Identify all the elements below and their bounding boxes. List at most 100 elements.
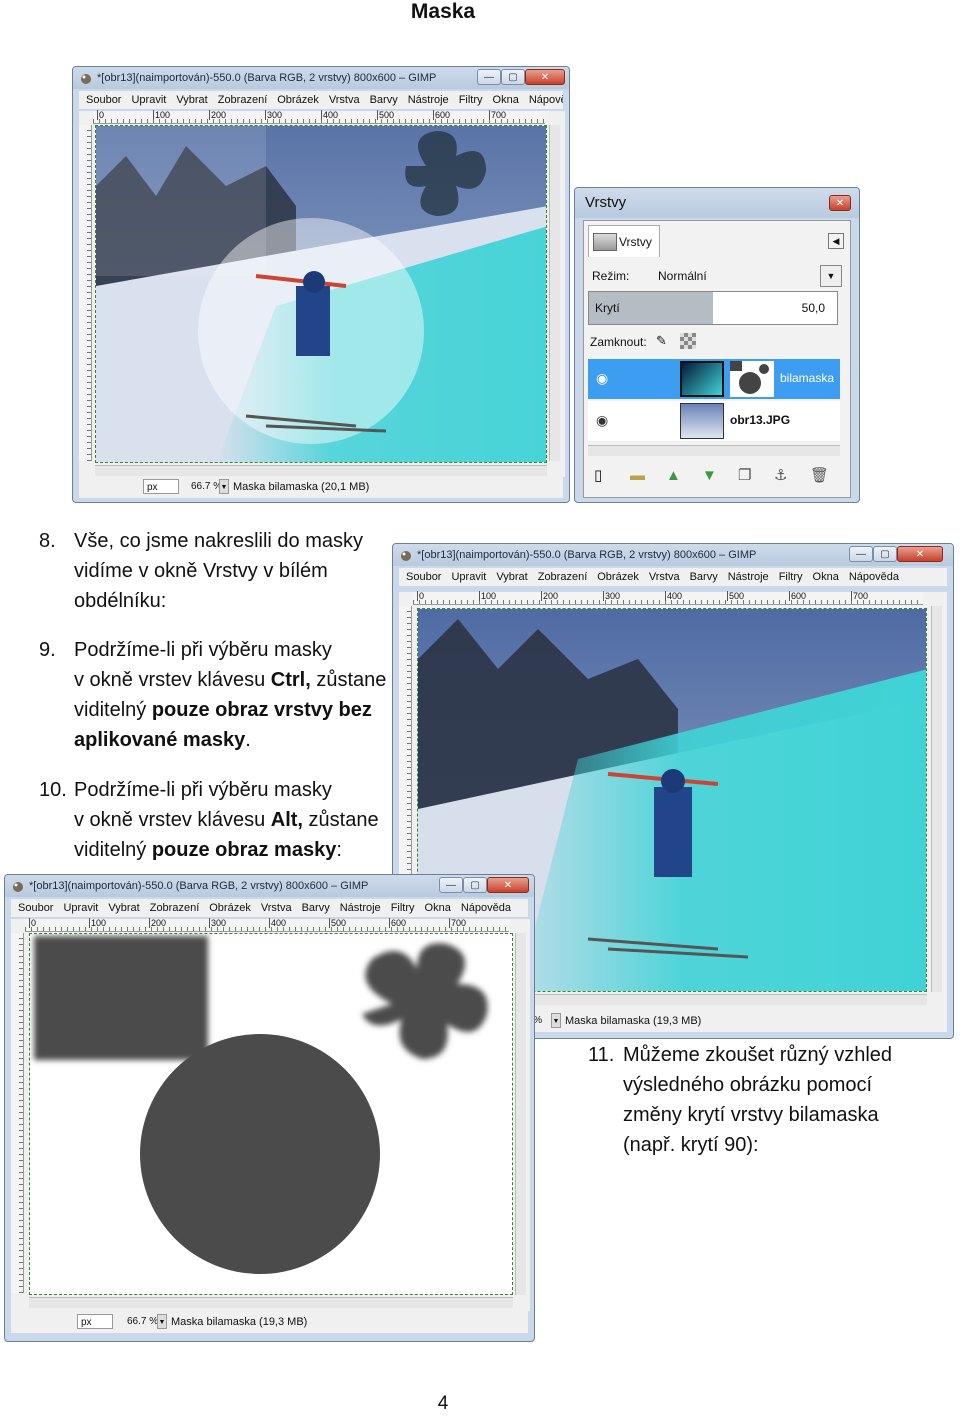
menu-napoveda[interactable]: Nápověda — [849, 571, 899, 583]
unit-select[interactable]: px — [143, 479, 179, 494]
layers-tab[interactable]: Vrstvy — [588, 225, 660, 257]
menu-soubor[interactable]: Soubor — [18, 902, 53, 914]
image-canvas[interactable] — [95, 125, 547, 463]
lock-alpha-icon[interactable] — [680, 333, 696, 349]
maximize-button[interactable]: ▢ — [873, 546, 897, 562]
maximize-button[interactable]: ▢ — [501, 69, 525, 85]
mode-select[interactable]: Normální ▼ — [648, 265, 842, 287]
minimize-button[interactable]: — — [477, 69, 501, 85]
horizontal-ruler[interactable]: 0 100 200 300 400 500 600 700 — [413, 591, 923, 605]
menu-nastroje[interactable]: Nástroje — [408, 94, 449, 106]
menu-filtry[interactable]: Filtry — [459, 94, 483, 106]
menu-okna[interactable]: Okna — [425, 902, 451, 914]
vertical-ruler[interactable] — [11, 933, 24, 1293]
emphasis-text: pouze obraz masky — [151, 839, 337, 861]
menu-vrstva[interactable]: Vrstva — [329, 94, 360, 106]
layers-title-bar[interactable]: Vrstvy ✕ — [575, 188, 859, 218]
menu-okna[interactable]: Okna — [493, 94, 519, 106]
step-11: 11. Můžeme zkoušet různý vzhled výsledné… — [588, 1040, 928, 1162]
vertical-scrollbar[interactable] — [515, 933, 526, 1295]
menu-barvy[interactable]: Barvy — [690, 571, 718, 583]
minimize-button[interactable]: — — [439, 877, 463, 893]
menu-upravit[interactable]: Upravit — [451, 571, 486, 583]
zoom-value[interactable]: 66.7 % — [191, 479, 222, 494]
menu-vrstva[interactable]: Vrstva — [649, 571, 680, 583]
minimize-button[interactable]: — — [849, 546, 873, 562]
menu-zobrazeni[interactable]: Zobrazení — [218, 94, 268, 106]
lock-paint-icon[interactable]: ✎ — [656, 333, 672, 349]
menu-napoveda[interactable]: Nápověda — [461, 902, 511, 914]
zoom-dropdown-icon[interactable]: ▼ — [219, 479, 229, 494]
menu-vybrat[interactable]: Vybrat — [176, 94, 207, 106]
horizontal-ruler[interactable]: 0 100 200 300 400 500 600 700 — [93, 110, 545, 124]
menu-upravit[interactable]: Upravit — [63, 902, 98, 914]
menu-napoveda[interactable]: Nápověda — [529, 94, 563, 106]
menu-obrazek[interactable]: Obrázek — [597, 571, 639, 583]
image-canvas[interactable] — [29, 933, 513, 1295]
visibility-eye-icon[interactable]: ◉ — [596, 370, 608, 387]
configure-tab-icon[interactable]: ◀ — [828, 233, 844, 249]
menu-obrazek[interactable]: Obrázek — [209, 902, 251, 914]
layer-name[interactable]: bilamaska — [780, 371, 834, 385]
layer-name[interactable]: obr13.JPG — [730, 413, 790, 427]
menu-filtry[interactable]: Filtry — [391, 902, 415, 914]
zoom-dropdown-icon[interactable]: ▼ — [551, 1013, 561, 1028]
maximize-button[interactable]: ▢ — [463, 877, 487, 893]
menu-barvy[interactable]: Barvy — [302, 902, 330, 914]
menu-soubor[interactable]: Soubor — [86, 94, 121, 106]
opacity-slider[interactable]: Krytí 50,0 — [588, 291, 838, 325]
title-bar[interactable]: *[obr13](naimportován)-550.0 (Barva RGB,… — [5, 875, 534, 897]
close-button[interactable]: ✕ — [897, 546, 943, 562]
menu-zobrazeni[interactable]: Zobrazení — [538, 571, 588, 583]
delete-layer-icon[interactable]: 🗑 — [810, 461, 829, 491]
menu-vybrat[interactable]: Vybrat — [108, 902, 139, 914]
menu-nastroje[interactable]: Nástroje — [728, 571, 769, 583]
menu-okna[interactable]: Okna — [813, 571, 839, 583]
layers-horizontal-scrollbar[interactable] — [588, 445, 840, 456]
close-button[interactable]: ✕ — [525, 69, 565, 85]
horizontal-scrollbar[interactable] — [29, 1297, 513, 1308]
mode-value: Normální — [658, 269, 707, 283]
mode-dropdown-icon[interactable]: ▼ — [820, 265, 842, 287]
opacity-label: Krytí — [595, 301, 620, 315]
menu-vrstva[interactable]: Vrstva — [261, 902, 292, 914]
lower-layer-icon[interactable]: ▼ — [702, 461, 717, 491]
vertical-ruler[interactable] — [79, 125, 92, 461]
mask-preview — [34, 936, 488, 1274]
vertical-scrollbar[interactable] — [931, 606, 942, 992]
close-button[interactable]: ✕ — [487, 877, 529, 893]
zoom-value[interactable]: 66.7 % — [127, 1314, 158, 1329]
title-bar[interactable]: *[obr13](naimportován)-550.0 (Barva RGB,… — [73, 67, 569, 89]
layers-window-title: Vrstvy — [585, 194, 627, 211]
menu-filtry[interactable]: Filtry — [779, 571, 803, 583]
raise-layer-icon[interactable]: ▲ — [666, 461, 681, 491]
duplicate-layer-icon[interactable]: ❐ — [738, 461, 751, 491]
menu-vybrat[interactable]: Vybrat — [496, 571, 527, 583]
menu-nastroje[interactable]: Nástroje — [340, 902, 381, 914]
vertical-scrollbar[interactable] — [549, 125, 560, 461]
menu-soubor[interactable]: Soubor — [406, 571, 441, 583]
anchor-layer-icon[interactable]: ⚓ — [774, 461, 787, 491]
mask-thumbnail[interactable] — [730, 361, 774, 397]
visibility-eye-icon[interactable]: ◉ — [596, 412, 608, 429]
horizontal-ruler[interactable]: 0 100 200 300 400 500 600 700 — [25, 918, 509, 932]
menu-barvy[interactable]: Barvy — [370, 94, 398, 106]
menu-obrazek[interactable]: Obrázek — [277, 94, 319, 106]
title-bar[interactable]: *[obr13](naimportován)-550.0 (Barva RGB,… — [393, 544, 953, 566]
layer-row-obr13[interactable]: ◉ obr13.JPG — [588, 401, 840, 441]
menu-zobrazeni[interactable]: Zobrazení — [150, 902, 200, 914]
unit-select[interactable]: px — [77, 1314, 113, 1329]
step-text-segment: : — [336, 839, 342, 861]
step-text-line: (např. krytí 90): — [623, 1134, 759, 1156]
gimp-window-1: *[obr13](naimportován)-550.0 (Barva RGB,… — [72, 66, 570, 503]
layers-close-button[interactable]: ✕ — [829, 195, 851, 211]
horizontal-scrollbar[interactable] — [95, 465, 547, 476]
key-alt: Alt, — [270, 809, 303, 831]
new-layer-icon[interactable]: ▯ — [594, 461, 602, 491]
window-title: *[obr13](naimportován)-550.0 (Barva RGB,… — [29, 880, 369, 892]
menu-upravit[interactable]: Upravit — [131, 94, 166, 106]
step-text-line: vidíme v okně Vrstvy v bílém — [74, 560, 328, 582]
new-layer-group-icon[interactable]: ▬ — [630, 461, 645, 491]
layer-row-bilamaska[interactable]: ◉ bilamaska — [588, 359, 840, 399]
zoom-dropdown-icon[interactable]: ▼ — [157, 1314, 167, 1329]
